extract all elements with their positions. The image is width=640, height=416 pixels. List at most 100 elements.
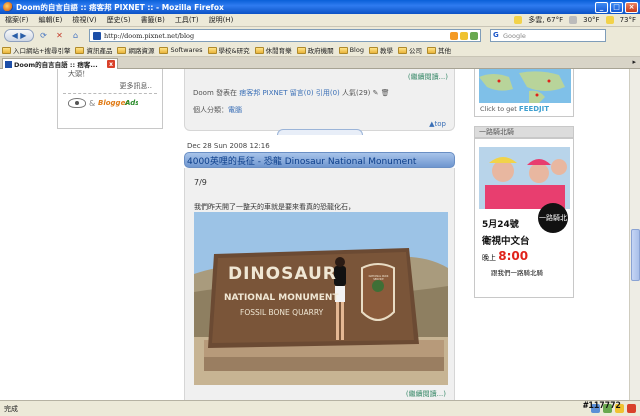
tab-favicon: [5, 60, 12, 68]
scrollbar-thumb[interactable]: [631, 229, 640, 281]
feedjit-brand: FEEDJIT: [518, 105, 550, 113]
adblock-icon[interactable]: [627, 404, 636, 413]
bookmark-folder[interactable]: 資訊產品: [75, 45, 112, 55]
ad-header-text: 一路騎北騎: [479, 128, 514, 136]
maximize-button[interactable]: □: [610, 1, 623, 13]
post-title-link[interactable]: 4000英哩的長征 - 恐龍 Dinosaur National Monumen…: [184, 152, 455, 168]
trackback-link[interactable]: 引用(0): [316, 89, 340, 97]
search-input[interactable]: Google: [503, 32, 526, 40]
bookmark-folder[interactable]: Blog: [338, 46, 364, 54]
folder-icon: [207, 46, 217, 54]
left-sidebar-widget: 大頭！ 更多訊息.. & Blogger Ads: [57, 69, 163, 129]
bookmark-folder[interactable]: 公司: [397, 45, 422, 55]
divider: [63, 93, 157, 94]
bookmark-folder[interactable]: 學校&研究: [207, 45, 250, 55]
ad-header: 一路騎北騎: [474, 126, 574, 138]
bookmark-label: 學校&研究: [218, 47, 250, 55]
bookmark-star-icon[interactable]: [460, 31, 468, 40]
vertical-scrollbar[interactable]: [629, 69, 640, 400]
feedjit-link[interactable]: Click to get FEEDJIT: [480, 105, 549, 113]
bookmark-folder[interactable]: 政府機關: [296, 45, 334, 55]
tab-close-button[interactable]: x: [107, 60, 115, 68]
menu-file[interactable]: 檔案(F): [0, 15, 34, 25]
ad-photo-illustration: [479, 147, 570, 209]
post-meta: Doom 發表在 痞客邦 PIXNET 留言(0) 引用(0) 人氣(29) ✎…: [193, 88, 390, 98]
dinosaur-monument-photo[interactable]: DINOSAUR NATIONAL MONUMENT FOSSIL BONE Q…: [194, 212, 448, 385]
home-button[interactable]: ⌂: [69, 29, 82, 42]
bookmark-label: 休閒育樂: [265, 47, 292, 55]
url-text: http://doom.pixnet.net/blog: [104, 31, 195, 40]
folder-icon: [2, 46, 11, 54]
tab-active[interactable]: Doom的自言自語 :: 痞客... x: [2, 58, 118, 69]
ad-date: 5月24號: [482, 220, 519, 230]
watermark-text: #117772: [583, 401, 621, 411]
rss-icon[interactable]: [450, 31, 458, 40]
ad-venue: 衛視中文台: [482, 236, 530, 247]
post-card-previous: (繼續閱讀...) Doom 發表在 痞客邦 PIXNET 留言(0) 引用(0…: [184, 69, 455, 135]
window-titlebar: Doom的自言自語 :: 痞客邦 PIXNET :: - Mozilla Fir…: [0, 0, 640, 14]
stop-button[interactable]: ✕: [53, 29, 66, 42]
more-info-link[interactable]: 更多訊息..: [120, 81, 152, 91]
minimize-button[interactable]: _: [595, 1, 608, 13]
menu-bookmarks[interactable]: 書籤(B): [136, 15, 170, 25]
folder-icon: [397, 46, 407, 54]
ad-time: 晚上 8:00: [482, 249, 528, 263]
bookmark-folder[interactable]: 網路資源: [117, 45, 154, 55]
bookmark-label: 網路資源: [128, 47, 155, 55]
feedjit-map-widget[interactable]: Click to get FEEDJIT: [474, 69, 574, 117]
sign-quarry-text: FOSSIL BONE QUARRY: [240, 308, 324, 317]
menu-edit[interactable]: 編輯(E): [34, 15, 68, 25]
tv-show-ad[interactable]: 一路騎北 5月24號 衛視中文台 晚上 8:00 跟我們一路騎北騎: [479, 147, 570, 292]
bookmark-folder[interactable]: 其他: [426, 45, 451, 55]
site-link[interactable]: 痞客邦 PIXNET: [239, 89, 287, 97]
weather-sun-icon: [514, 16, 523, 24]
weather-widget[interactable]: 多雲, 67°F 30°F 73°F: [514, 15, 640, 25]
eye-logo-icon[interactable]: [68, 98, 86, 108]
menu-tools[interactable]: 工具(T): [170, 15, 204, 25]
ad-time-prefix: 晚上: [482, 254, 496, 262]
ampersand-symbol: &: [89, 98, 96, 108]
folder-icon: [426, 46, 436, 54]
status-bar: 完成: [0, 400, 640, 416]
bloggerads-logo[interactable]: Blogger Ads: [98, 97, 139, 109]
menu-bar: 檔案(F) 編輯(E) 檢視(V) 歷史(S) 書籤(B) 工具(T) 說明(H…: [0, 14, 640, 27]
menu-view[interactable]: 檢視(V): [67, 15, 101, 25]
menu-history[interactable]: 歷史(S): [102, 15, 136, 25]
folder-icon: [296, 46, 306, 54]
bookmark-label: Softwares: [170, 46, 203, 54]
comments-link[interactable]: 留言(0): [290, 89, 314, 97]
bookmarks-toolbar: 入口網站+搜尋引擎 資訊產品 網路資源 Softwares 學校&研究 休閒育樂…: [0, 44, 640, 57]
category-link[interactable]: 電腦: [228, 106, 242, 114]
reload-button[interactable]: ⟳: [37, 29, 50, 42]
post-card: 7/9 我們昨天開了一整天的車就是要來看真的恐龍化石， DINOSAUR NAT…: [184, 168, 455, 400]
bookmark-folder[interactable]: 休閒育樂: [254, 45, 292, 55]
folder-icon: [117, 46, 127, 54]
navigation-toolbar: ◀ ▶ ⟳ ✕ ⌂ http://doom.pixnet.net/blog G …: [0, 27, 640, 44]
sign-dinosaur-text: DINOSAUR: [228, 264, 337, 284]
post-separator-pill: [277, 129, 363, 135]
bookmark-folder[interactable]: 入口網站+搜尋引擎: [2, 45, 70, 55]
read-more-link-2[interactable]: (繼續閱讀...): [406, 389, 446, 399]
author-text: Doom 發表在: [193, 89, 237, 97]
go-arrow-icon[interactable]: [470, 31, 478, 40]
weather-cloud-icon: [569, 16, 578, 24]
tab-list-chevron-icon[interactable]: ▸: [632, 58, 636, 66]
post-category: 個人分類：電腦: [193, 105, 242, 115]
bookmark-folder[interactable]: Softwares: [159, 46, 203, 54]
edit-icon[interactable]: ✎: [373, 89, 379, 97]
close-window-button[interactable]: ×: [625, 1, 638, 13]
back-forward-button[interactable]: ◀ ▶: [4, 29, 34, 42]
back-to-top-link[interactable]: ▲top: [429, 120, 446, 128]
menu-help[interactable]: 說明(H): [204, 15, 239, 25]
ad-photo: [479, 147, 570, 209]
url-bar[interactable]: http://doom.pixnet.net/blog: [89, 29, 481, 42]
search-box[interactable]: G Google: [490, 29, 606, 42]
firefox-icon: [3, 2, 13, 12]
bookmark-folder[interactable]: 教學: [368, 45, 393, 55]
folder-icon: [159, 46, 169, 54]
read-more-link[interactable]: (繼續閱讀...): [408, 72, 448, 82]
widget-cut-text: 大頭！: [68, 70, 89, 78]
google-search-icon[interactable]: G: [493, 31, 503, 40]
delete-icon[interactable]: 🗑: [381, 89, 390, 97]
sign-shield-text: NATIONAL PARK SERVICE: [368, 275, 389, 281]
